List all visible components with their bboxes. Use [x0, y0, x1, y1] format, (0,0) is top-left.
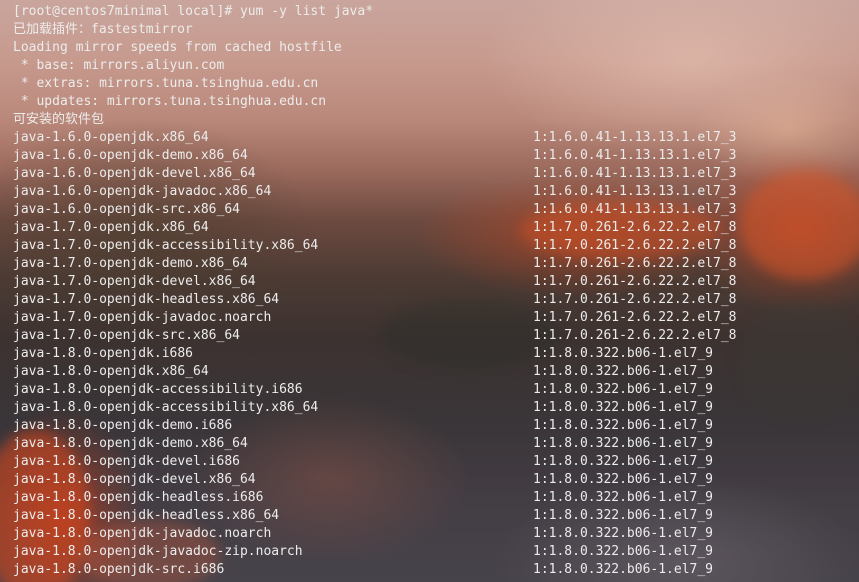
terminal-output[interactable]: [root@centos7minimal local]# yum -y list… — [13, 3, 859, 582]
package-row: java-1.8.0-openjdk.i686 1:1.8.0.322.b06-1… — [13, 345, 859, 363]
package-row: java-1.8.0-openjdk-javadoc-zip.noarch 1:1… — [13, 543, 859, 561]
package-name: java-1.8.0-openjdk-accessibility.x86_64 — [13, 400, 319, 415]
package-version: 1:1.6.0.41-1.13.13.1.el7_3 — [533, 202, 737, 217]
package-version: 1:1.8.0.322.b06-1.el7_9 — [533, 382, 714, 397]
package-name: java-1.7.0-openjdk-devel.x86_64 — [13, 274, 256, 289]
package-row: java-1.8.0-openjdk-src.i686 1:1.8.0.322.b… — [13, 561, 859, 579]
package-row: java-1.6.0-openjdk-javadoc.x86_64 1:1.6.0… — [13, 183, 859, 201]
package-version: 1:1.7.0.261-2.6.22.2.el7_8 — [533, 220, 737, 235]
package-row: java-1.8.0-openjdk-devel.i686 1:1.8.0.322… — [13, 453, 859, 471]
package-name: java-1.7.0-openjdk-javadoc.noarch — [13, 310, 272, 325]
package-row: java-1.6.0-openjdk.x86_64 1:1.6.0.41-1.13… — [13, 129, 859, 147]
available-packages-heading: 可安装的软件包 — [13, 112, 105, 127]
package-row: java-1.8.0-openjdk-javadoc.noarch 1:1.8.0… — [13, 525, 859, 543]
package-name: java-1.7.0-openjdk-src.x86_64 — [13, 328, 240, 343]
package-name: java-1.8.0-openjdk-javadoc.noarch — [13, 526, 272, 541]
package-version: 1:1.8.0.322.b06-1.el7_9 — [533, 526, 714, 541]
package-version: 1:1.8.0.322.b06-1.el7_9 — [533, 490, 714, 505]
package-list: java-1.6.0-openjdk.x86_64 1:1.6.0.41-1.13… — [13, 129, 859, 579]
package-name: java-1.6.0-openjdk.x86_64 — [13, 130, 209, 145]
package-name: java-1.8.0-openjdk-headless.x86_64 — [13, 508, 280, 523]
package-version: 1:1.7.0.261-2.6.22.2.el7_8 — [533, 274, 737, 289]
package-version: 1:1.8.0.322.b06-1.el7_9 — [533, 508, 714, 523]
package-name: java-1.7.0-openjdk-headless.x86_64 — [13, 292, 280, 307]
package-version: 1:1.7.0.261-2.6.22.2.el7_8 — [533, 328, 737, 343]
package-name: java-1.6.0-openjdk-src.x86_64 — [13, 202, 240, 217]
mirror-updates-line: * updates: mirrors.tuna.tsinghua.edu.cn — [13, 94, 327, 109]
plugin-loaded-line: 已加载插件：fastestmirror — [13, 22, 193, 37]
package-name: java-1.8.0-openjdk-src.i686 — [13, 562, 225, 577]
mirror-base-line: * base: mirrors.aliyun.com — [13, 58, 225, 73]
package-name: java-1.8.0-openjdk-demo.i686 — [13, 418, 233, 433]
mirror-speeds-line: Loading mirror speeds from cached hostfi… — [13, 40, 342, 55]
package-name: java-1.8.0-openjdk-devel.i686 — [13, 454, 240, 469]
package-row: java-1.7.0-openjdk.x86_64 1:1.7.0.261-2.6… — [13, 219, 859, 237]
package-version: 1:1.6.0.41-1.13.13.1.el7_3 — [533, 148, 737, 163]
package-name: java-1.6.0-openjdk-demo.x86_64 — [13, 148, 248, 163]
package-version: 1:1.8.0.322.b06-1.el7_9 — [533, 346, 714, 361]
package-name: java-1.6.0-openjdk-devel.x86_64 — [13, 166, 256, 181]
package-row: java-1.7.0-openjdk-devel.x86_64 1:1.7.0.2… — [13, 273, 859, 291]
package-row: java-1.7.0-openjdk-headless.x86_64 1:1.7.… — [13, 291, 859, 309]
package-name: java-1.7.0-openjdk.x86_64 — [13, 220, 209, 235]
package-row: java-1.8.0-openjdk-headless.x86_64 1:1.8.… — [13, 507, 859, 525]
package-version: 1:1.8.0.322.b06-1.el7_9 — [533, 400, 714, 415]
package-row: java-1.7.0-openjdk-accessibility.x86_64 1… — [13, 237, 859, 255]
package-row: java-1.6.0-openjdk-src.x86_64 1:1.6.0.41-… — [13, 201, 859, 219]
package-version: 1:1.7.0.261-2.6.22.2.el7_8 — [533, 256, 737, 271]
package-name: java-1.6.0-openjdk-javadoc.x86_64 — [13, 184, 272, 199]
package-row: java-1.6.0-openjdk-demo.x86_64 1:1.6.0.41… — [13, 147, 859, 165]
package-version: 1:1.7.0.261-2.6.22.2.el7_8 — [533, 238, 737, 253]
package-row: java-1.7.0-openjdk-demo.x86_64 1:1.7.0.26… — [13, 255, 859, 273]
package-row: java-1.7.0-openjdk-src.x86_64 1:1.7.0.261… — [13, 327, 859, 345]
command-line: [root@centos7minimal local]# yum -y list… — [13, 3, 859, 21]
package-version: 1:1.7.0.261-2.6.22.2.el7_8 — [533, 310, 737, 325]
package-row: java-1.8.0-openjdk.x86_64 1:1.8.0.322.b06… — [13, 363, 859, 381]
package-version: 1:1.8.0.322.b06-1.el7_9 — [533, 454, 714, 469]
package-name: java-1.8.0-openjdk-javadoc-zip.noarch — [13, 544, 303, 559]
package-name: java-1.8.0-openjdk.i686 — [13, 346, 194, 361]
package-version: 1:1.7.0.261-2.6.22.2.el7_8 — [533, 292, 737, 307]
package-row: java-1.8.0-openjdk-demo.i686 1:1.8.0.322.… — [13, 417, 859, 435]
package-version: 1:1.6.0.41-1.13.13.1.el7_3 — [533, 130, 737, 145]
package-version: 1:1.6.0.41-1.13.13.1.el7_3 — [533, 166, 737, 181]
shell-prompt: [root@centos7minimal local]# — [13, 4, 240, 19]
package-version: 1:1.8.0.322.b06-1.el7_9 — [533, 562, 714, 577]
package-version: 1:1.8.0.322.b06-1.el7_9 — [533, 364, 714, 379]
package-name: java-1.8.0-openjdk-devel.x86_64 — [13, 472, 256, 487]
package-row: java-1.8.0-openjdk-accessibility.x86_64 1… — [13, 399, 859, 417]
package-row: java-1.8.0-openjdk-devel.x86_64 1:1.8.0.3… — [13, 471, 859, 489]
package-version: 1:1.6.0.41-1.13.13.1.el7_3 — [533, 184, 737, 199]
package-name: java-1.7.0-openjdk-accessibility.x86_64 — [13, 238, 319, 253]
package-row: java-1.8.0-openjdk-demo.x86_64 1:1.8.0.32… — [13, 435, 859, 453]
package-name: java-1.8.0-openjdk-accessibility.i686 — [13, 382, 303, 397]
package-row: java-1.7.0-openjdk-javadoc.noarch 1:1.7.0… — [13, 309, 859, 327]
package-row: java-1.8.0-openjdk-headless.i686 1:1.8.0.… — [13, 489, 859, 507]
package-row: java-1.8.0-openjdk-accessibility.i686 1:1… — [13, 381, 859, 399]
package-name: java-1.7.0-openjdk-demo.x86_64 — [13, 256, 248, 271]
package-version: 1:1.8.0.322.b06-1.el7_9 — [533, 544, 714, 559]
package-name: java-1.8.0-openjdk-demo.x86_64 — [13, 436, 248, 451]
mirror-extras-line: * extras: mirrors.tuna.tsinghua.edu.cn — [13, 76, 319, 91]
package-name: java-1.8.0-openjdk-headless.i686 — [13, 490, 264, 505]
package-version: 1:1.8.0.322.b06-1.el7_9 — [533, 472, 714, 487]
package-version: 1:1.8.0.322.b06-1.el7_9 — [533, 418, 714, 433]
package-name: java-1.8.0-openjdk.x86_64 — [13, 364, 209, 379]
command-text: yum -y list java* — [239, 4, 374, 19]
package-version: 1:1.8.0.322.b06-1.el7_9 — [533, 436, 714, 451]
package-row: java-1.6.0-openjdk-devel.x86_64 1:1.6.0.4… — [13, 165, 859, 183]
